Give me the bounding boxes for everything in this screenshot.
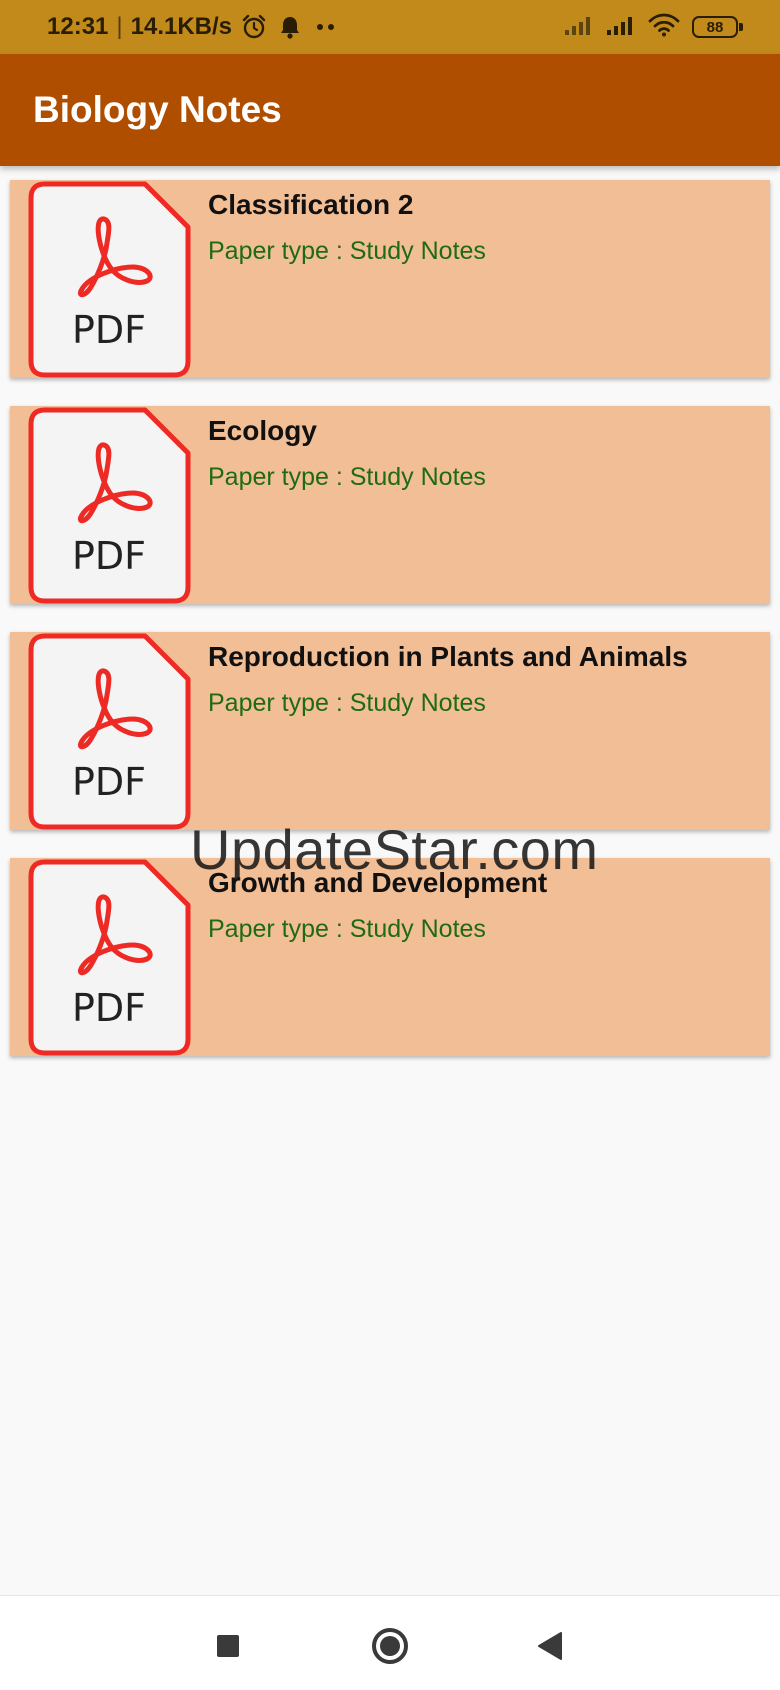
status-time: 12:31 [47,13,109,40]
home-button[interactable] [370,1626,410,1666]
app-bar: Biology Notes [0,54,780,166]
note-title: Growth and Development [208,867,548,898]
signal-icon [564,14,594,41]
paper-type: Paper type : Study Notes [208,463,486,491]
bell-icon [276,13,304,41]
list-item[interactable]: PDF Ecology Paper type : Study Notes [10,406,770,604]
back-triangle-icon [538,1632,562,1660]
list-item[interactable]: PDF Growth and Development Paper type : … [10,858,770,1056]
list-item[interactable]: PDF Classification 2 Paper type : Study … [10,180,770,378]
paper-type: Paper type : Study Notes [208,689,486,717]
screen: 12:31 | 14.1KB/s 88 Biology Notes PDF Cl… [0,0,780,1690]
pdf-label: PDF [72,760,146,804]
wifi-icon [648,13,680,42]
pdf-label: PDF [72,534,146,578]
more-dots-icon [312,13,340,41]
note-title: Reproduction in Plants and Animals [208,641,688,672]
paper-type: Paper type : Study Notes [208,915,486,943]
pdf-file-icon: PDF [28,633,191,830]
pdf-label: PDF [72,986,146,1030]
list-item[interactable]: PDF Reproduction in Plants and Animals P… [10,632,770,830]
back-button[interactable] [530,1626,570,1666]
status-bar: 12:31 | 14.1KB/s 88 [0,0,780,54]
pdf-label: PDF [72,308,146,352]
signal-icon [606,14,636,41]
network-speed: 14.1KB/s [130,13,233,40]
alarm-icon [240,13,268,41]
status-separator: | [116,13,123,40]
page-title: Biology Notes [33,89,282,130]
paper-type: Paper type : Study Notes [208,237,486,265]
battery-icon: 88 [692,16,743,38]
note-title: Classification 2 [208,189,414,220]
recents-square-icon [217,1635,239,1657]
note-title: Ecology [208,415,317,446]
status-right: 88 [564,12,743,42]
status-left: 12:31 | 14.1KB/s [47,10,340,44]
battery-level: 88 [706,18,724,36]
home-circle-icon [372,1628,408,1664]
notes-list: PDF Classification 2 Paper type : Study … [10,180,770,1084]
recents-button[interactable] [208,1626,248,1666]
pdf-file-icon: PDF [28,181,191,378]
navigation-bar [0,1595,780,1690]
pdf-file-icon: PDF [28,407,191,604]
pdf-file-icon: PDF [28,859,191,1056]
